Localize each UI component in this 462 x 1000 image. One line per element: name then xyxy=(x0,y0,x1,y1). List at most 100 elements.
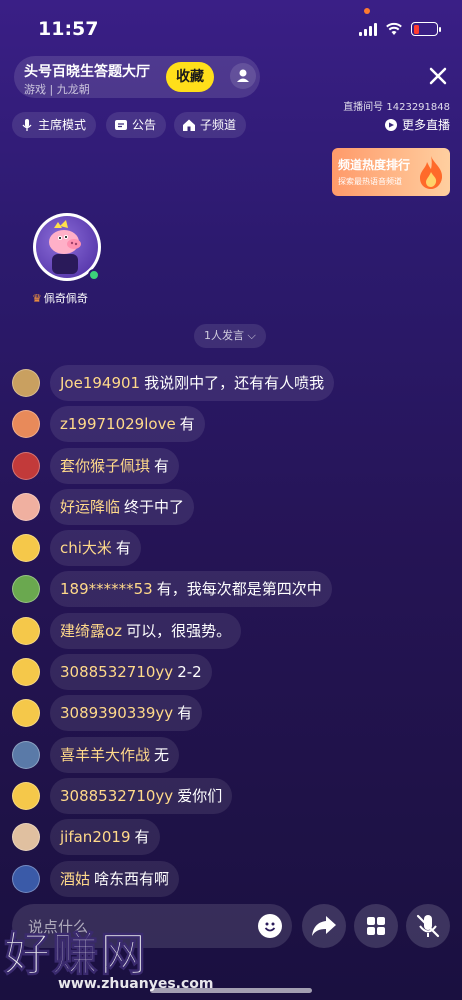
chat-message: 酒姑 啥东西有啊 xyxy=(10,860,450,901)
chat-list[interactable]: Joe194901 我说刚中了，还有有人喷我 z19971029love 有套你猴子佩… xyxy=(10,364,450,901)
host-mode-label: 主席模式 xyxy=(38,118,87,132)
host-badge-icon: ♛ xyxy=(32,292,42,305)
user-icon xyxy=(237,69,249,82)
more-live-label: 更多直播 xyxy=(401,118,450,132)
message-username[interactable]: jifan2019 xyxy=(60,828,131,846)
message-text: 有 xyxy=(154,456,170,475)
emoji-icon xyxy=(264,922,276,932)
message-username[interactable]: 喜羊羊大作战 xyxy=(60,746,150,764)
user-avatar[interactable] xyxy=(12,781,40,810)
chat-message: 喜羊羊大作战无 xyxy=(10,736,450,777)
message-username[interactable]: 3088532710yy xyxy=(60,663,173,681)
message-text: 有 xyxy=(115,539,131,558)
room-title: 头号百晓生答题大厅 xyxy=(24,64,150,80)
message-bubble: jifan2019 有 xyxy=(50,819,160,856)
user-avatar[interactable] xyxy=(12,658,40,687)
mute-mic-button[interactable] xyxy=(406,904,450,948)
message-text: 啥东西有啊 xyxy=(94,869,170,888)
share-button[interactable] xyxy=(302,904,346,948)
message-username[interactable]: 3089390339yy xyxy=(60,704,173,722)
user-avatar[interactable] xyxy=(12,616,40,645)
message-bubble: Joe194901 我说刚中了，还有有人喷我 xyxy=(50,365,335,401)
chat-message: 3088532710yy 爱你们 xyxy=(10,777,450,818)
chat-message: 套你猴子佩琪有 xyxy=(10,447,450,488)
chat-message: chi大米有 xyxy=(10,529,450,570)
chat-message: jifan2019 有 xyxy=(10,818,450,859)
message-bubble: 3089390339yy 有 xyxy=(50,695,203,732)
host-name-text: 佩奇佩奇 xyxy=(43,292,88,305)
chevron-down-icon: ⌵ xyxy=(247,329,256,342)
microphone-icon xyxy=(22,119,32,131)
chat-message: 建绮露oz 可以，很强势。 xyxy=(10,612,450,653)
message-text: 有 xyxy=(177,704,193,723)
heat-card-title: 频道热度排行 xyxy=(338,158,411,172)
mode-bar: 主席模式 公告 子频道 更多直播 xyxy=(12,112,450,138)
more-live-button[interactable]: 更多直播 xyxy=(384,112,450,138)
sub-channel-button[interactable]: 子频道 xyxy=(174,112,247,138)
channel-heat-ranking-card[interactable]: 频道热度排行 探索最热语音频道 xyxy=(332,148,450,196)
message-username[interactable]: 酒姑 xyxy=(60,870,90,888)
member-list-button[interactable] xyxy=(230,63,256,89)
message-text: 我说刚中了，还有有人喷我 xyxy=(144,374,325,392)
user-avatar[interactable] xyxy=(12,699,40,728)
clock: 11:57 xyxy=(38,18,99,40)
room-id: 直播间号 1423291848 xyxy=(343,102,450,113)
status-bar: 11:57 xyxy=(0,0,462,56)
notice-label: 公告 xyxy=(132,118,157,132)
message-bubble: 好运降临 终于中了 xyxy=(50,488,195,525)
user-avatar[interactable] xyxy=(12,864,40,893)
message-text: 有，我每次都是第四次中 xyxy=(156,580,322,599)
message-username[interactable]: chi大米 xyxy=(60,539,112,557)
message-bubble: 喜羊羊大作战无 xyxy=(50,736,180,773)
message-text: 2-2 xyxy=(177,663,202,682)
user-avatar[interactable] xyxy=(12,823,40,852)
speaker-count-toggle[interactable]: 1人发言 ⌵ xyxy=(194,324,266,348)
home-indicator xyxy=(150,988,312,993)
chat-message: 189******53 有，我每次都是第四次中 xyxy=(10,570,450,611)
host-mode-button[interactable]: 主席模式 xyxy=(12,112,97,138)
chat-message: 3089390339yy 有 xyxy=(10,694,450,735)
message-text: 有 xyxy=(179,415,195,434)
sub-channel-label: 子频道 xyxy=(200,118,237,132)
message-bubble: 套你猴子佩琪有 xyxy=(50,447,180,484)
room-subtitle: 游戏 | 九龙朝 xyxy=(24,83,90,96)
message-bubble: chi大米有 xyxy=(50,530,141,567)
message-username[interactable]: 3088532710yy xyxy=(60,787,173,805)
heat-card-subtitle: 探索最热语音频道 xyxy=(338,177,402,186)
mic-off-icon xyxy=(416,914,440,938)
battery-icon xyxy=(411,22,441,36)
user-avatar[interactable] xyxy=(12,534,40,563)
notice-button[interactable]: 公告 xyxy=(106,112,167,138)
user-avatar[interactable] xyxy=(12,740,40,769)
host-name: ♛ 佩奇佩奇 xyxy=(32,290,88,306)
message-username[interactable]: Joe194901 xyxy=(60,374,140,392)
notice-icon xyxy=(115,120,127,130)
room-info[interactable]: 头号百晓生答题大厅 游戏 | 九龙朝 收藏 xyxy=(14,56,260,98)
favorite-button[interactable]: 收藏 xyxy=(166,62,214,92)
chat-message: Joe194901 我说刚中了，还有有人喷我 xyxy=(10,364,450,405)
online-indicator xyxy=(88,269,100,281)
watermark-logo-text: 好赚网 xyxy=(4,927,148,982)
signal-icon xyxy=(359,22,377,36)
privacy-indicator xyxy=(364,8,370,14)
user-avatar[interactable] xyxy=(12,410,40,439)
message-text: 终于中了 xyxy=(124,497,185,516)
grid-icon xyxy=(367,917,385,935)
user-avatar[interactable] xyxy=(12,575,40,604)
message-username[interactable]: 189******53 xyxy=(60,580,153,598)
flame-icon xyxy=(420,156,443,189)
user-avatar[interactable] xyxy=(12,369,40,397)
user-avatar[interactable] xyxy=(12,492,40,521)
message-username[interactable]: 套你猴子佩琪 xyxy=(60,457,150,475)
wifi-icon xyxy=(386,22,402,35)
close-button[interactable] xyxy=(426,64,450,88)
user-avatar[interactable] xyxy=(12,451,40,480)
message-username[interactable]: 好运降临 xyxy=(60,498,120,516)
chat-message: 3088532710yy 2-2 xyxy=(10,653,450,694)
message-username[interactable]: 建绮露oz xyxy=(60,622,122,640)
message-username[interactable]: z19971029love xyxy=(60,415,176,433)
close-icon xyxy=(429,67,447,85)
emoji-button[interactable] xyxy=(258,914,282,938)
share-icon xyxy=(312,916,336,936)
apps-button[interactable] xyxy=(354,904,398,948)
